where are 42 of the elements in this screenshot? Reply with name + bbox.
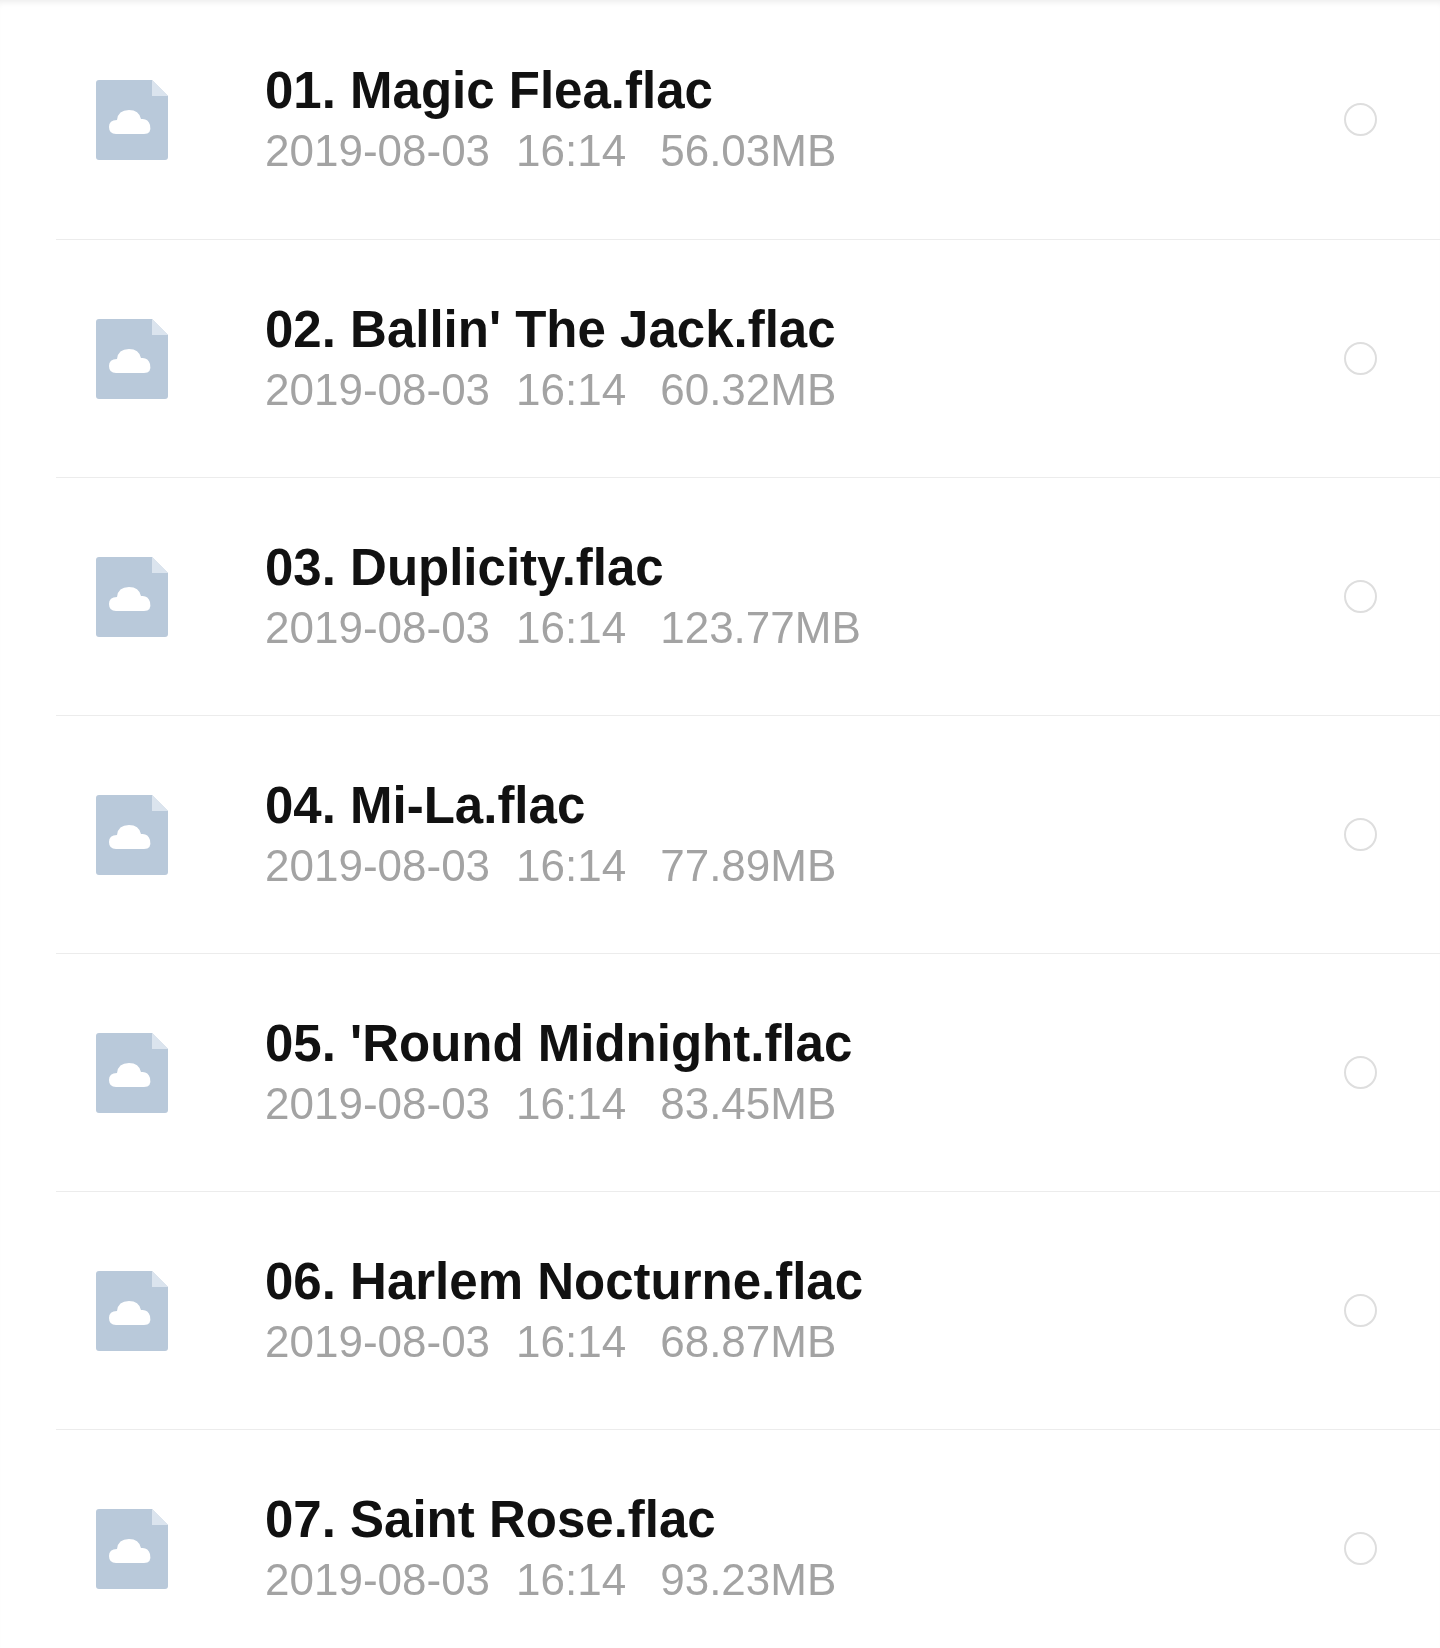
file-name: 04. Mi-La.flac: [265, 776, 587, 835]
file-time: 16:14: [516, 365, 627, 415]
file-size: 77.89MB: [660, 841, 837, 891]
file-size: 83.45MB: [660, 1079, 837, 1129]
select-radio[interactable]: [1344, 1532, 1377, 1565]
select-radio[interactable]: [1344, 342, 1377, 375]
file-name: 05. 'Round Midnight.flac: [265, 1014, 854, 1073]
file-size: 123.77MB: [660, 603, 861, 653]
file-date: 2019-08-03: [265, 841, 491, 891]
cloud-file-icon: [96, 1270, 168, 1351]
select-radio[interactable]: [1344, 1056, 1377, 1089]
file-name: 02. Ballin' The Jack.flac: [265, 300, 837, 359]
file-size: 60.32MB: [660, 365, 837, 415]
cloud-file-icon: [96, 79, 168, 160]
file-time: 16:14: [516, 126, 627, 176]
file-time: 16:14: [516, 1079, 627, 1129]
file-time: 16:14: [516, 841, 627, 891]
file-date: 2019-08-03: [265, 603, 491, 653]
file-name: 01. Magic Flea.flac: [265, 61, 714, 120]
file-date: 2019-08-03: [265, 126, 491, 176]
select-radio[interactable]: [1344, 580, 1377, 613]
cloud-file-icon: [96, 1032, 168, 1113]
file-time: 16:14: [516, 1317, 627, 1367]
select-radio[interactable]: [1344, 818, 1377, 851]
cloud-file-icon: [96, 1508, 168, 1589]
cloud-file-icon: [96, 556, 168, 637]
file-name: 07. Saint Rose.flac: [265, 1490, 717, 1549]
file-size: 68.87MB: [660, 1317, 837, 1367]
file-name: 06. Harlem Nocturne.flac: [265, 1252, 865, 1311]
select-radio[interactable]: [1344, 1294, 1377, 1327]
cloud-file-icon: [96, 318, 168, 399]
file-size: 93.23MB: [660, 1555, 837, 1605]
file-date: 2019-08-03: [265, 1317, 491, 1367]
file-size: 56.03MB: [660, 126, 837, 176]
file-time: 16:14: [516, 1555, 627, 1605]
cloud-file-icon: [96, 794, 168, 875]
select-radio[interactable]: [1344, 103, 1377, 136]
file-date: 2019-08-03: [265, 1555, 491, 1605]
file-date: 2019-08-03: [265, 365, 491, 415]
file-name: 03. Duplicity.flac: [265, 538, 665, 597]
file-time: 16:14: [516, 603, 627, 653]
file-date: 2019-08-03: [265, 1079, 491, 1129]
